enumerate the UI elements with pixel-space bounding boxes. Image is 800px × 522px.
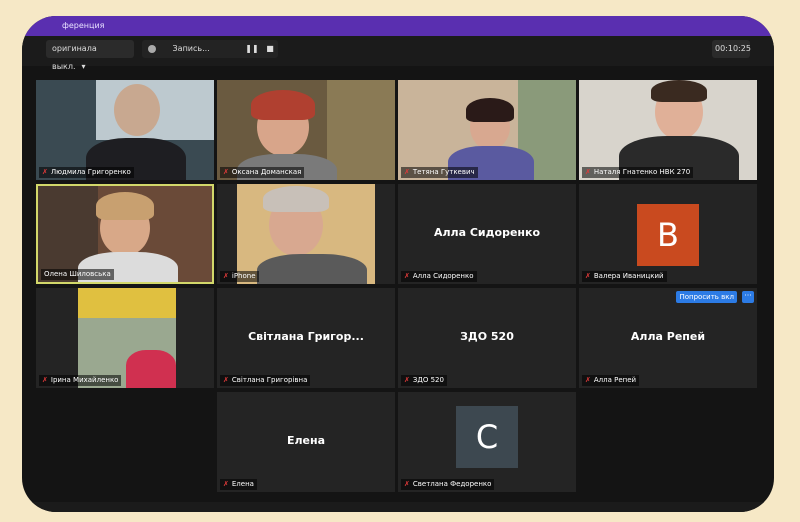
participant-name: Людмила Григоренко [50, 168, 131, 176]
title-bar: ференция [22, 16, 774, 36]
window-title: ференция [62, 21, 105, 30]
name-tag: ✗ Людмила Григоренко [39, 167, 134, 178]
muted-mic-icon: ✗ [223, 480, 229, 488]
muted-mic-icon: ✗ [404, 376, 410, 384]
timer-text: 00:10:25 [715, 44, 751, 53]
participant-name: Тетяна Гуткевич [412, 168, 475, 176]
name-tag: ✗ Наталя Гнатенко НВК 270 [582, 167, 694, 178]
participant-tile[interactable]: Попросить вкл ··· Алла Репей ✗ Алла Репей [579, 288, 757, 388]
chevron-down-icon: ▾ [81, 62, 86, 71]
muted-mic-icon: ✗ [404, 272, 410, 280]
muted-mic-icon: ✗ [223, 272, 229, 280]
name-tag: ✗ Тетяна Гуткевич [401, 167, 478, 178]
ask-to-unmute-button[interactable]: Попросить вкл [676, 291, 737, 303]
participant-avatar: C [456, 406, 518, 468]
muted-mic-icon: ✗ [585, 272, 591, 280]
participant-tile[interactable]: ✗ Ірина Михайленко [36, 288, 214, 388]
participant-tile[interactable]: Алла Сидоренко ✗ Алла Сидоренко [398, 184, 576, 284]
participant-tile[interactable]: ✗ Людмила Григоренко [36, 80, 214, 180]
participant-name: Олена Шиловська [44, 270, 111, 278]
record-label: Запись... [172, 44, 210, 53]
participant-tile[interactable]: ✗ Тетяна Гуткевич [398, 80, 576, 180]
participant-grid: ✗ Людмила Григоренко ✗ Оксана Доманская ✗ Т… [36, 80, 758, 500]
participant-name: Ірина Михайленко [50, 376, 119, 384]
view-original-label: оригинала выкл. [52, 44, 97, 71]
stop-recording-button[interactable]: ■ [262, 40, 278, 58]
top-toolbar [22, 36, 774, 66]
name-tag: ✗ Ірина Михайленко [39, 375, 122, 386]
name-tag: ✗ Алла Сидоренко [401, 271, 477, 282]
muted-mic-icon: ✗ [223, 168, 229, 176]
muted-mic-icon: ✗ [585, 168, 591, 176]
name-tag: ✗ Светлана Федоренко [401, 479, 495, 490]
pause-icon: ❚❚ [245, 44, 259, 53]
participant-name: Елена [231, 480, 254, 488]
participant-name: Наталя Гнатенко НВК 270 [593, 168, 691, 176]
participant-tile[interactable]: B ✗ Валера Иваницкий [579, 184, 757, 284]
participant-display-name: Алла Репей [630, 330, 706, 343]
name-tag: ✗ Валера Иваницкий [582, 271, 667, 282]
participant-name: ЗДО 520 [412, 376, 444, 384]
participant-tile[interactable]: Світлана Григор... ✗ Світлана Григорівна [217, 288, 395, 388]
view-original-button[interactable]: оригинала выкл. ▾ [46, 40, 134, 71]
participant-video [114, 84, 160, 136]
participant-display-name: Алла Сидоренко [433, 226, 541, 239]
muted-mic-icon: ✗ [404, 480, 410, 488]
stop-icon: ■ [266, 44, 274, 53]
more-options-button[interactable]: ··· [742, 291, 754, 303]
name-tag: ✗ ЗДО 520 [401, 375, 447, 386]
name-tag: ✗ Світлана Григорівна [220, 375, 311, 386]
muted-mic-icon: ✗ [42, 376, 48, 384]
participant-tile[interactable]: ✗ Наталя Гнатенко НВК 270 [579, 80, 757, 180]
name-tag: Олена Шиловська [41, 269, 114, 280]
participant-display-name: ЗДО 520 [460, 330, 514, 343]
participant-display-name: Елена [286, 434, 326, 447]
participant-name: iPhone [231, 272, 256, 280]
name-tag: ✗ iPhone [220, 271, 259, 282]
participant-display-name: Світлана Григор... [248, 330, 364, 343]
bottom-toolbar [22, 502, 774, 512]
meeting-timer: 00:10:25 [712, 40, 751, 58]
muted-mic-icon: ✗ [223, 376, 229, 384]
pause-recording-button[interactable]: ❚❚ [244, 40, 260, 58]
muted-mic-icon: ✗ [585, 376, 591, 384]
name-tag: ✗ Оксана Доманская [220, 167, 305, 178]
participant-tile[interactable]: Елена ✗ Елена [217, 392, 395, 492]
participant-name: Оксана Доманская [231, 168, 302, 176]
record-icon [148, 44, 156, 53]
participant-name: Світлана Григорівна [231, 376, 308, 384]
participant-tile-active-speaker[interactable]: Олена Шиловська [36, 184, 214, 284]
participant-tile[interactable]: C ✗ Светлана Федоренко [398, 392, 576, 492]
zoom-window: ференция оригинала выкл. ▾ Запись... ❚❚ ■… [22, 16, 774, 512]
participant-tile[interactable]: ЗДО 520 ✗ ЗДО 520 [398, 288, 576, 388]
participant-name: Валера Иваницкий [593, 272, 664, 280]
muted-mic-icon: ✗ [404, 168, 410, 176]
participant-avatar: B [637, 204, 699, 266]
participant-tile[interactable]: ✗ Оксана Доманская [217, 80, 395, 180]
name-tag: ✗ Алла Репей [582, 375, 640, 386]
participant-tile[interactable]: ✗ iPhone [217, 184, 395, 284]
participant-name: Алла Сидоренко [412, 272, 474, 280]
participant-name: Светлана Федоренко [412, 480, 492, 488]
name-tag: ✗ Елена [220, 479, 257, 490]
participant-name: Алла Репей [593, 376, 637, 384]
muted-mic-icon: ✗ [42, 168, 48, 176]
